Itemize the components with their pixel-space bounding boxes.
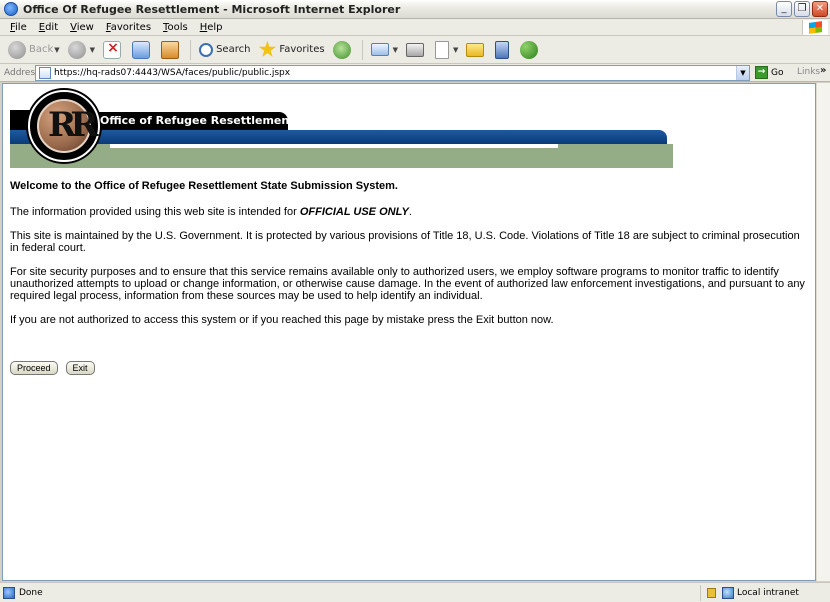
security-notice: For site security purposes and to ensure… [10, 266, 805, 302]
title-bar: Office Of Refugee Resettlement - Microso… [0, 0, 830, 19]
intended-suffix: . [408, 206, 412, 218]
menu-view[interactable]: View [64, 22, 100, 33]
toolbar: Back ▼ ▼ Search Favorites ▼ ▼ [0, 36, 830, 64]
printer-icon [405, 42, 424, 57]
menu-tools[interactable]: Tools [157, 22, 194, 33]
links-label[interactable]: Links [797, 67, 820, 77]
search-icon [199, 42, 214, 57]
logo-letters: RR [48, 105, 98, 145]
maximize-button[interactable]: ❐ [794, 1, 810, 17]
mail-icon [370, 43, 389, 56]
page-icon [39, 67, 51, 79]
stop-button[interactable] [100, 38, 127, 62]
chevron-down-icon[interactable]: ▼ [736, 66, 749, 80]
research-icon [495, 40, 510, 59]
proceed-button[interactable]: Proceed [10, 361, 58, 375]
vertical-scrollbar[interactable] [816, 83, 830, 581]
forward-arrow-icon [67, 40, 86, 59]
research-button[interactable] [492, 38, 515, 62]
status-text: Done [19, 587, 43, 598]
go-label: Go [771, 67, 784, 78]
back-arrow-icon [8, 40, 26, 59]
chevron-down-icon[interactable]: ▼ [90, 46, 95, 54]
window-title: Office Of Refugee Resettlement - Microso… [23, 2, 401, 16]
ie-logo-icon [4, 2, 18, 16]
favorites-label: Favorites [279, 44, 325, 55]
page-body: Welcome to the Office of Refugee Resettl… [10, 180, 810, 338]
menu-bar: File Edit View Favorites Tools Help [0, 19, 830, 36]
banner-stripe [110, 144, 558, 148]
official-use-notice: The information provided using this web … [10, 206, 810, 218]
orr-logo: RR [28, 90, 100, 162]
exit-instruction: If you are not authorized to access this… [10, 314, 554, 326]
chevron-down-icon[interactable]: ▼ [453, 46, 458, 54]
minimize-button[interactable]: _ [776, 1, 792, 17]
lock-icon [707, 588, 716, 598]
status-bar: Done Local intranet [0, 582, 830, 602]
chevron-right-icon[interactable]: » [820, 65, 826, 76]
welcome-heading: Welcome to the Office of Refugee Resettl… [10, 180, 398, 192]
stop-icon [103, 40, 122, 59]
print-button[interactable] [403, 38, 430, 62]
intended-prefix: The information provided using this web … [10, 206, 300, 218]
header-banner: RR Office of Refugee Resettlement [10, 88, 674, 168]
search-button[interactable]: Search [196, 38, 253, 62]
refresh-button[interactable] [129, 38, 156, 62]
folder-button[interactable] [463, 38, 490, 62]
star-icon [258, 40, 277, 57]
forward-button[interactable]: ▼ [65, 38, 98, 62]
menu-favorites[interactable]: Favorites [100, 22, 157, 33]
zone-text: Local intranet [737, 588, 799, 598]
edit-button[interactable]: ▼ [432, 38, 461, 62]
toolbar-separator [361, 39, 363, 60]
history-icon [332, 40, 351, 59]
go-arrow-icon: → [755, 66, 768, 79]
folder-icon [466, 42, 485, 57]
security-zone: Local intranet [700, 585, 830, 601]
address-input[interactable]: https://hq-rads07:4443/WSA/faces/public/… [35, 65, 750, 81]
back-label: Back [29, 44, 54, 55]
chevron-down-icon[interactable]: ▼ [393, 46, 398, 54]
back-button[interactable]: Back ▼ [5, 38, 63, 62]
maintained-notice: This site is maintained by the U.S. Gove… [10, 230, 800, 254]
banner-blue-band [10, 130, 667, 144]
address-url[interactable]: https://hq-rads07:4443/WSA/faces/public/… [54, 68, 290, 78]
windows-flag-icon [802, 20, 828, 35]
menu-file[interactable]: File [4, 22, 33, 33]
history-button[interactable] [330, 38, 357, 62]
window-controls: _ ❐ ✕ [776, 1, 828, 17]
chevron-down-icon[interactable]: ▼ [54, 46, 59, 54]
toolbar-separator [190, 39, 192, 60]
refresh-icon [132, 40, 151, 59]
mail-button[interactable]: ▼ [368, 38, 401, 62]
home-button[interactable] [158, 38, 185, 62]
banner-title: Office of Refugee Resettlement [100, 114, 295, 127]
search-label: Search [216, 44, 251, 55]
page-content: RR Office of Refugee Resettlement Welcom… [2, 83, 816, 581]
home-icon [161, 40, 180, 59]
messenger-button[interactable] [517, 38, 544, 62]
close-button[interactable]: ✕ [812, 1, 828, 17]
menu-help[interactable]: Help [194, 22, 229, 33]
address-bar: Address https://hq-rads07:4443/WSA/faces… [0, 64, 830, 82]
menu-edit[interactable]: Edit [33, 22, 64, 33]
page-done-icon [3, 586, 15, 599]
go-button[interactable]: → Go [755, 66, 783, 79]
messenger-icon [520, 40, 539, 59]
word-icon [434, 40, 449, 59]
favorites-button[interactable]: Favorites [255, 38, 327, 62]
logo-emblem: RR [37, 99, 98, 153]
action-buttons: Proceed Exit [10, 361, 95, 375]
official-use-text: OFFICIAL USE ONLY [299, 206, 409, 218]
intranet-icon [722, 587, 734, 599]
exit-button[interactable]: Exit [65, 361, 95, 375]
